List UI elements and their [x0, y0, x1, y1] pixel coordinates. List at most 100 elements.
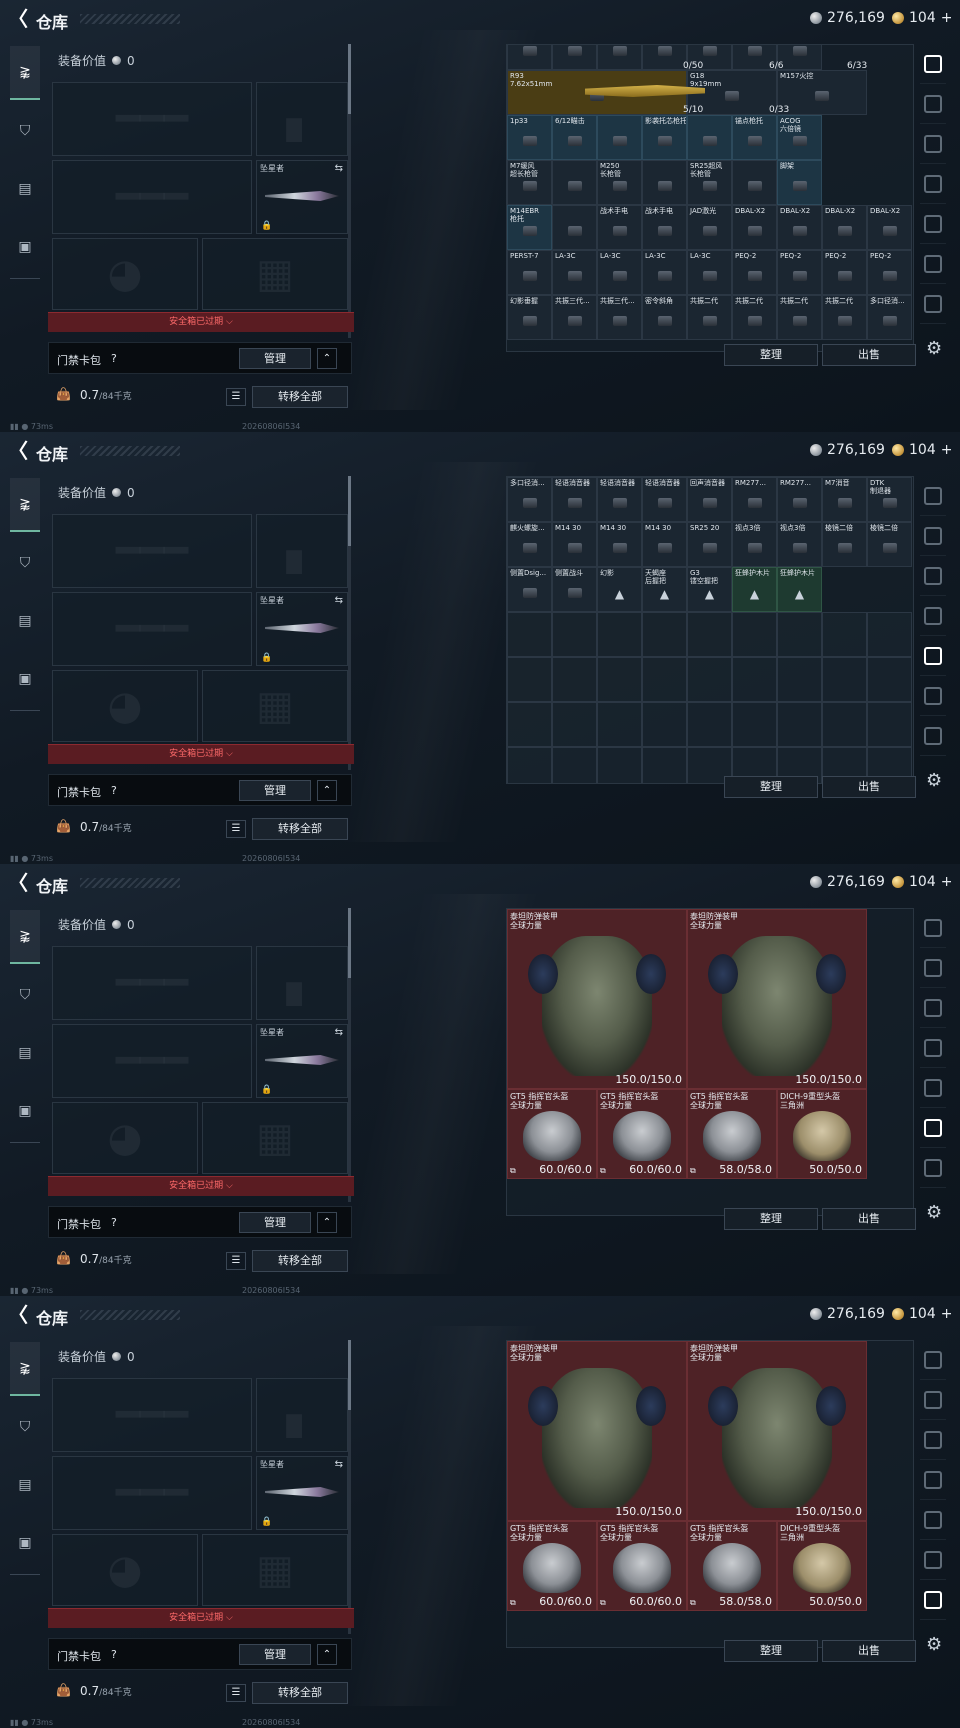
empty-slot[interactable] [552, 747, 597, 783]
storage-tab-2[interactable] [920, 84, 946, 124]
storage-item[interactable]: 轻语消音器 [552, 477, 597, 522]
back-arrow-icon[interactable]: 〈 [8, 441, 30, 461]
sell-button[interactable]: 出售 [822, 1640, 916, 1662]
empty-slot[interactable] [597, 702, 642, 747]
storage-item[interactable] [552, 160, 597, 205]
armor-item[interactable]: 泰坦防弹装甲 全球力量 150.0/150.0 [507, 909, 687, 1089]
storage-tab-4[interactable] [920, 164, 946, 204]
armor-slot[interactable]: ▦ [202, 670, 348, 742]
storage-item[interactable]: 幻影垂握 [507, 295, 552, 340]
storage-item[interactable]: 狂蜂护木片 ▲ [732, 567, 777, 612]
storage-item[interactable]: DBAL-X2 [732, 205, 777, 250]
storage-item[interactable]: 多口径消... [867, 295, 912, 340]
storage-tab-5[interactable] [920, 1068, 946, 1108]
add-gold-icon[interactable]: + [941, 442, 953, 458]
back-arrow-icon[interactable]: 〈 [8, 9, 30, 29]
gear-icon[interactable]: ⚙ [926, 338, 942, 359]
gear-icon[interactable]: ⚙ [926, 1202, 942, 1223]
storage-item[interactable]: 战术手电 [597, 205, 642, 250]
empty-slot[interactable] [732, 657, 777, 702]
sort-button[interactable]: 整理 [724, 1640, 818, 1662]
manage-button[interactable]: 管理 [239, 348, 311, 369]
chevron-up-icon[interactable]: ⌃ [317, 1644, 337, 1665]
manage-button[interactable]: 管理 [239, 1644, 311, 1665]
back-arrow-icon[interactable]: 〈 [8, 873, 30, 893]
storage-item[interactable] [552, 205, 597, 250]
loadout-scroll-thumb[interactable] [348, 1340, 351, 1410]
storage-item[interactable] [597, 115, 642, 160]
empty-slot[interactable] [507, 612, 552, 657]
loadout-scroll-thumb[interactable] [348, 476, 351, 546]
gun-icon[interactable]: ⪊ [10, 46, 40, 100]
armor-item[interactable]: 泰坦防弹装甲 全球力量 150.0/150.0 [687, 1341, 867, 1521]
primary-weapon-slot[interactable]: ━━━ [52, 946, 252, 1020]
swap-icon[interactable]: ⇆ [335, 1459, 343, 1470]
storage-item[interactable]: 战术手电 [642, 205, 687, 250]
manage-button[interactable]: 管理 [239, 1212, 311, 1233]
storage-item[interactable]: LA-3C [552, 250, 597, 295]
add-gold-icon[interactable]: + [941, 10, 953, 26]
transfer-all-button[interactable]: 转移全部 [252, 818, 348, 840]
storage-item[interactable]: 1p33 [507, 115, 552, 160]
storage-grid[interactable]: 泰坦防弹装甲 全球力量 150.0/150.0 泰坦防弹装甲 全球力量 150.0/1… [506, 1340, 914, 1648]
storage-item[interactable]: 幻影 ▲ [597, 567, 642, 612]
list-icon[interactable]: ☰ [226, 1252, 246, 1270]
storage-item[interactable] [777, 45, 822, 70]
transfer-all-button[interactable]: 转移全部 [252, 1250, 348, 1272]
storage-tab-6[interactable] [920, 244, 946, 284]
back-arrow-icon[interactable]: 〈 [8, 1305, 30, 1325]
storage-tab-1[interactable] [920, 908, 946, 948]
safe-box-expired-alert[interactable]: 安全箱已过期 ⌵ [48, 1176, 354, 1196]
storage-tab-1[interactable] [920, 1340, 946, 1380]
empty-slot[interactable] [777, 657, 822, 702]
helmet-icon[interactable]: ⛉ [10, 104, 40, 158]
storage-tab-4[interactable] [920, 1460, 946, 1500]
storage-tab-3[interactable] [920, 988, 946, 1028]
storage-item[interactable]: M7缓风 超长枪管 [507, 160, 552, 205]
storage-tab-2[interactable] [920, 1380, 946, 1420]
storage-grid[interactable]: 多口径消... 轻语消音器 轻语消音器 轻语消音器 回声消音器 RM277... RM277… [506, 476, 914, 784]
storage-item[interactable]: ACOG 六倍镜 [777, 115, 822, 160]
storage-item[interactable]: M14 30 [597, 522, 642, 567]
storage-tab-7[interactable] [920, 1580, 946, 1620]
armor-item[interactable]: 泰坦防弹装甲 全球力量 150.0/150.0 [687, 909, 867, 1089]
storage-tab-3[interactable] [920, 556, 946, 596]
gold-currency[interactable]: 104 + [892, 10, 952, 26]
chevron-up-icon[interactable]: ⌃ [317, 780, 337, 801]
helmet-slot[interactable]: ◕ [52, 1102, 198, 1174]
loadout-scroll-thumb[interactable] [348, 908, 351, 978]
storage-tab-7[interactable] [920, 716, 946, 756]
storage-item[interactable]: 多口径消... [507, 477, 552, 522]
storage-item[interactable]: JAD激光 [687, 205, 732, 250]
storage-item[interactable]: 脚架 [777, 160, 822, 205]
melee-slot[interactable]: 坠星者 ⇆ 🔒 [256, 592, 348, 666]
empty-slot[interactable] [597, 747, 642, 783]
empty-slot[interactable] [552, 657, 597, 702]
gold-currency[interactable]: 104 + [892, 1306, 952, 1322]
sort-button[interactable]: 整理 [724, 344, 818, 366]
storage-item[interactable]: LA-3C [687, 250, 732, 295]
list-icon[interactable]: ☰ [226, 1684, 246, 1702]
storage-item[interactable]: 轻语消音器 [642, 477, 687, 522]
help-icon[interactable]: ? [111, 1216, 117, 1229]
add-gold-icon[interactable]: + [941, 874, 953, 890]
storage-grid[interactable]: 泰坦防弹装甲 全球力量 150.0/150.0 泰坦防弹装甲 全球力量 150.0/1… [506, 908, 914, 1216]
storage-item[interactable]: M14 30 [642, 522, 687, 567]
storage-item[interactable] [732, 160, 777, 205]
empty-slot[interactable] [642, 612, 687, 657]
empty-slot[interactable] [507, 702, 552, 747]
help-icon[interactable]: ? [111, 1648, 117, 1661]
melee-slot[interactable]: 坠星者 ⇆ 🔒 [256, 1024, 348, 1098]
helmet-item[interactable]: DICH-9重型头盔 三角洲 50.0/50.0 [777, 1521, 867, 1611]
storage-item[interactable]: SR25超风 长枪管 [687, 160, 732, 205]
empty-slot[interactable] [597, 612, 642, 657]
helmet-item[interactable]: GT5 指挥官头盔 全球力量 58.0/58.0 ⧉ [687, 1089, 777, 1179]
storage-tab-2[interactable] [920, 516, 946, 556]
storage-item[interactable]: DBAL-X2 [822, 205, 867, 250]
storage-tab-5[interactable] [920, 204, 946, 244]
storage-item[interactable]: RM277... [777, 477, 822, 522]
chevron-up-icon[interactable]: ⌃ [317, 348, 337, 369]
storage-item[interactable]: M7消音 [822, 477, 867, 522]
storage-tab-5[interactable] [920, 1500, 946, 1540]
storage-item[interactable]: M14EBR 枪托 [507, 205, 552, 250]
